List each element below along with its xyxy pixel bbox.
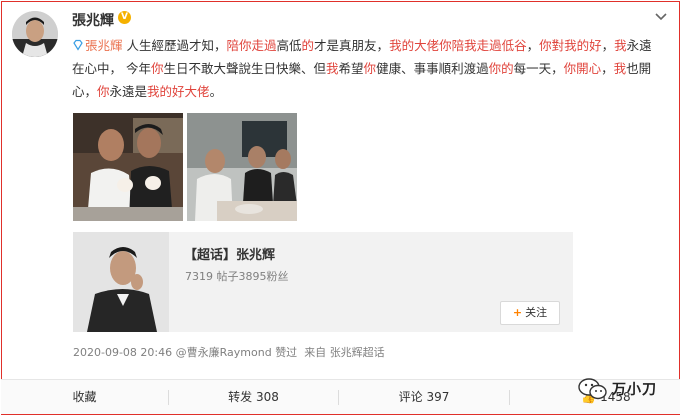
post-text-segment: 健康、事事順利渡過 [376, 61, 489, 76]
divider [509, 390, 510, 405]
post-text: 張兆輝 人生經歷過才知，陪你走過高低的才是真朋友，我的大佬你陪我走過低谷，你對我… [72, 34, 657, 103]
verified-badge-icon: V [118, 11, 131, 24]
post-text-segment: 永遠是 [109, 84, 148, 99]
post-text-segment: ， [601, 61, 614, 76]
topic-card[interactable]: 【超话】张兆辉 7319 帖子3895粉丝 + 关注 [73, 232, 573, 332]
post-text-segment: 每一天， [513, 61, 564, 76]
post-meta: 2020-09-08 20:46 @曹永廉Raymond 赞过 来自 张兆辉超话 [73, 344, 385, 360]
post-photo-1[interactable] [73, 113, 183, 221]
liked-by[interactable]: @曹永廉Raymond [176, 346, 272, 359]
collect-button[interactable]: 收藏 [1, 380, 168, 414]
post-text-segment: 高低 [276, 38, 302, 53]
chevron-down-icon[interactable] [652, 8, 670, 26]
topic-card-title[interactable]: 【超话】张兆辉 [184, 244, 275, 263]
topic-card-stats: 7319 帖子3895粉丝 [185, 270, 289, 283]
post-text-segment: 我的好大佬 [147, 84, 210, 99]
post-text-segment: 陪你走過 [226, 38, 277, 53]
source-link[interactable]: 张兆辉超话 [330, 346, 385, 359]
post-text-segment: ， [601, 38, 615, 53]
post-text-segment: 我的大佬你陪我走過低谷 [389, 38, 527, 53]
comment-button[interactable]: 评论 397 [339, 380, 509, 414]
source-prefix: 来自 [304, 346, 327, 359]
follow-label: 关注 [525, 306, 548, 319]
post-text-segment: 我 [326, 61, 339, 76]
post-text-segment: 你 [363, 61, 377, 76]
post-text-segment: 你 [97, 84, 110, 99]
avatar[interactable] [12, 11, 58, 57]
mention-link[interactable]: 張兆輝 [72, 38, 123, 53]
topic-card-image [73, 232, 169, 332]
post-text-segment: 生日不敢大聲說生日快樂、但 [163, 61, 327, 76]
plus-icon: + [512, 306, 523, 319]
post-text-segment: 你對我的好 [539, 38, 602, 53]
post-text-segment: 我 [614, 38, 627, 53]
post-text-segment: 希望 [338, 61, 364, 76]
post-text-segment: 的 [301, 38, 315, 53]
post-text-segment: 你的 [488, 61, 514, 76]
timestamp[interactable]: 2020-09-08 20:46 [73, 346, 172, 359]
watermark-text: 万小刀 [612, 382, 657, 398]
liked-suffix: 赞过 [275, 346, 298, 359]
author-name[interactable]: 張兆輝 [72, 10, 114, 30]
diamond-icon [73, 39, 83, 51]
post-text-segment: 。 [209, 84, 223, 99]
post-text-segment: 你 [150, 61, 164, 76]
mention-name: 張兆輝 [85, 38, 123, 53]
wechat-icon [578, 378, 607, 400]
post-text-segment: 我 [613, 61, 627, 76]
repost-button[interactable]: 转发 308 [169, 380, 338, 414]
post-photo-2[interactable] [187, 113, 297, 221]
follow-button[interactable]: + 关注 [500, 301, 560, 325]
post-text-segment: 才是真朋友， [314, 38, 390, 53]
post-text-segment: 你開心 [563, 61, 602, 76]
post-text-segment: 人生經歷過才知， [122, 38, 227, 53]
post-text-segment: ， [526, 38, 540, 53]
